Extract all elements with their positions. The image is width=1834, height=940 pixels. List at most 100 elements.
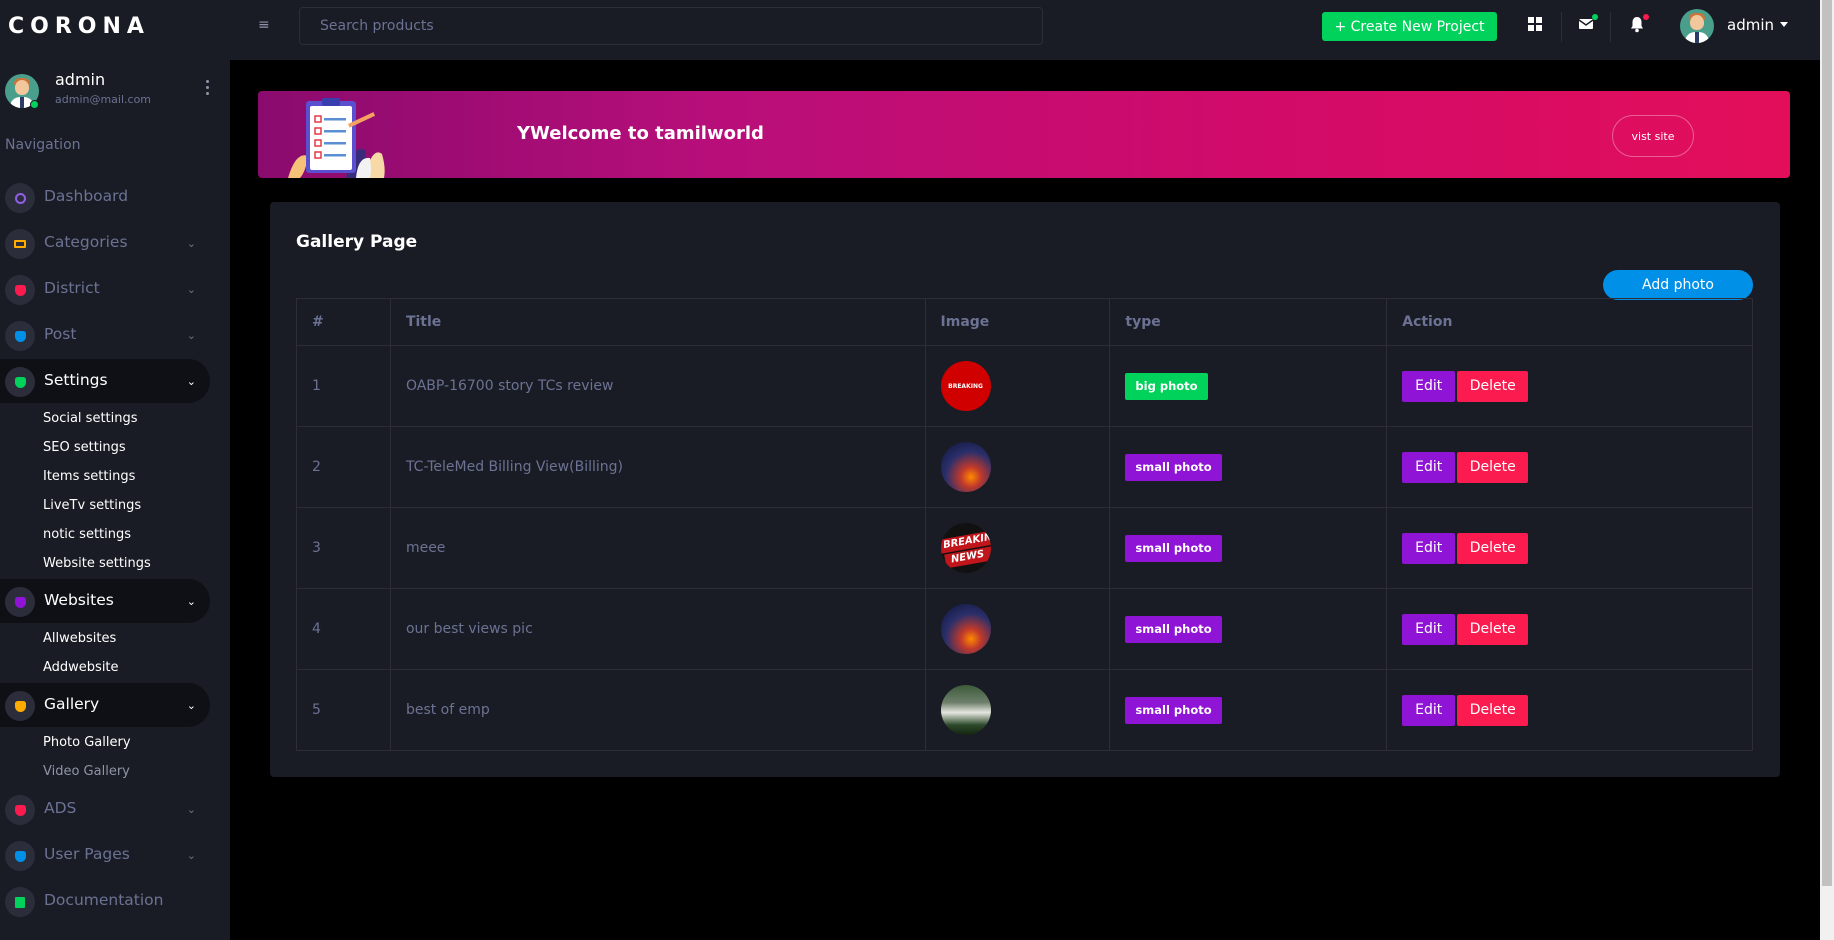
sidebar-item-label: ADS — [44, 799, 77, 817]
sidebar-subitem-seo-settings[interactable]: SEO settings — [43, 440, 126, 455]
gallery-table: # Title Image type Action 1 OABP-16700 s… — [296, 298, 1753, 751]
nav-heading: Navigation — [5, 137, 81, 153]
row-number: 2 — [296, 426, 391, 508]
sidebar-item-documentation[interactable]: Documentation — [0, 879, 210, 923]
sidebar-subitem-allwebsites[interactable]: Allwebsites — [43, 631, 116, 646]
type-badge: small photo — [1125, 453, 1222, 481]
shield-icon — [5, 275, 35, 305]
shield-icon — [5, 691, 35, 721]
sidebar-item-websites[interactable]: Websites ⌄ — [0, 579, 210, 623]
add-photo-button[interactable]: Add photo — [1603, 270, 1753, 300]
page-title: Gallery Page — [296, 232, 418, 252]
sidebar-item-label: District — [44, 279, 100, 297]
type-badge: small photo — [1125, 696, 1222, 724]
delete-button[interactable]: Delete — [1457, 451, 1529, 483]
laptop-icon — [5, 229, 35, 259]
row-number: 5 — [296, 669, 391, 751]
delete-button[interactable]: Delete — [1457, 532, 1529, 564]
scrollbar-thumb[interactable] — [1822, 0, 1832, 886]
topbar: ≡ + Create New Project admin — [230, 0, 1820, 60]
menu-toggle-icon[interactable]: ≡ — [258, 17, 270, 33]
visit-site-button[interactable]: vist site — [1612, 115, 1694, 157]
sidebar-subitem-items-settings[interactable]: Items settings — [43, 469, 135, 484]
table-row: 3 meee BREAKING NEWS small photo Edit Dele… — [296, 507, 1753, 589]
shield-icon — [5, 367, 35, 397]
type-badge: small photo — [1125, 534, 1222, 562]
delete-button[interactable]: Delete — [1457, 613, 1529, 645]
sidebar-item-categories[interactable]: Categories ⌄ — [0, 221, 210, 265]
divider — [1610, 12, 1611, 42]
document-icon — [5, 887, 35, 917]
profile-menu-icon[interactable] — [206, 80, 210, 98]
sidebar-item-gallery[interactable]: Gallery ⌄ — [0, 683, 210, 727]
online-status-icon — [30, 100, 39, 109]
edit-button[interactable]: Edit — [1402, 370, 1456, 402]
caret-down-icon[interactable] — [1780, 22, 1788, 27]
sidebar-item-user-pages[interactable]: User Pages ⌄ — [0, 833, 210, 877]
user-avatar[interactable] — [1680, 9, 1714, 43]
create-project-button[interactable]: + Create New Project — [1322, 12, 1497, 41]
sidebar-subitem-photo-gallery[interactable]: Photo Gallery — [43, 735, 131, 750]
search-box — [299, 7, 1043, 45]
sidebar-subitem-notic-settings[interactable]: notic settings — [43, 527, 131, 542]
edit-button[interactable]: Edit — [1402, 532, 1456, 564]
row-number: 3 — [296, 507, 391, 589]
shield-icon — [5, 321, 35, 351]
edit-button[interactable]: Edit — [1402, 613, 1456, 645]
sidebar-subitem-video-gallery[interactable]: Video Gallery — [43, 764, 130, 779]
sidebar-item-district[interactable]: District ⌄ — [0, 267, 210, 311]
sidebar-profile: admin admin@mail.com — [5, 70, 220, 112]
sidebar-item-label: Gallery — [44, 695, 100, 713]
sidebar-subitem-website-settings[interactable]: Website settings — [43, 556, 151, 571]
chevron-down-icon: ⌄ — [186, 375, 196, 388]
profile-name: admin — [55, 70, 106, 89]
table-row: 1 OABP-16700 story TCs review BREAKING b… — [296, 345, 1753, 427]
sidebar-item-dashboard[interactable]: Dashboard — [0, 175, 210, 219]
table-header-row: # Title Image type Action — [296, 298, 1753, 346]
sidebar-subitem-addwebsite[interactable]: Addwebsite — [43, 660, 119, 675]
chevron-down-icon: ⌄ — [186, 329, 196, 342]
welcome-banner: YWelcome to tamilworld vist site — [258, 91, 1790, 178]
chevron-down-icon: ⌄ — [186, 283, 196, 296]
type-badge: small photo — [1125, 615, 1222, 643]
row-title: best of emp — [389, 669, 926, 751]
sidebar-item-label: Websites — [44, 591, 114, 609]
chevron-down-icon: ⌄ — [186, 237, 196, 250]
edit-button[interactable]: Edit — [1402, 451, 1456, 483]
type-badge: big photo — [1125, 372, 1208, 400]
column-header-title: Title — [389, 298, 926, 346]
mail-badge-icon — [1592, 14, 1598, 20]
grid-icon[interactable] — [1527, 16, 1545, 34]
thumbnail-image: BREAKING — [940, 361, 991, 411]
thumbnail-image — [940, 685, 991, 735]
thumbnail-image — [940, 604, 991, 654]
thumbnail-image — [940, 442, 991, 492]
sidebar-item-ads[interactable]: ADS ⌄ — [0, 787, 210, 831]
divider — [1561, 12, 1562, 42]
sidebar-item-settings[interactable]: Settings ⌄ — [0, 359, 210, 403]
brand-logo[interactable]: CORONA — [8, 14, 150, 39]
shield-icon — [5, 841, 35, 871]
edit-button[interactable]: Edit — [1402, 694, 1456, 726]
gallery-card: Gallery Page Add photo # Title Image typ… — [270, 202, 1780, 777]
delete-button[interactable]: Delete — [1457, 370, 1529, 402]
sidebar-subitem-livetv-settings[interactable]: LiveTv settings — [43, 498, 141, 513]
delete-button[interactable]: Delete — [1457, 694, 1529, 726]
thumbnail-image: BREAKING NEWS — [940, 523, 991, 573]
column-header-image: Image — [924, 298, 1111, 346]
table-row: 5 best of emp small photo Edit Delete — [296, 669, 1753, 751]
sidebar-subitem-social-settings[interactable]: Social settings — [43, 411, 138, 426]
user-name[interactable]: admin — [1727, 16, 1774, 34]
row-title: our best views pic — [389, 588, 926, 670]
sidebar-item-label: Documentation — [44, 891, 164, 909]
sidebar-item-post[interactable]: Post ⌄ — [0, 313, 210, 357]
banner-text: YWelcome to tamilworld — [517, 123, 764, 144]
search-input[interactable] — [300, 8, 1042, 44]
shield-icon — [5, 587, 35, 617]
sidebar-item-label: Settings — [44, 371, 108, 389]
page-scrollbar[interactable] — [1820, 0, 1834, 940]
chevron-down-icon: ⌄ — [186, 803, 196, 816]
profile-email: admin@mail.com — [55, 93, 152, 106]
clipboard-illustration-icon — [288, 98, 385, 178]
chevron-down-icon: ⌄ — [186, 699, 196, 712]
